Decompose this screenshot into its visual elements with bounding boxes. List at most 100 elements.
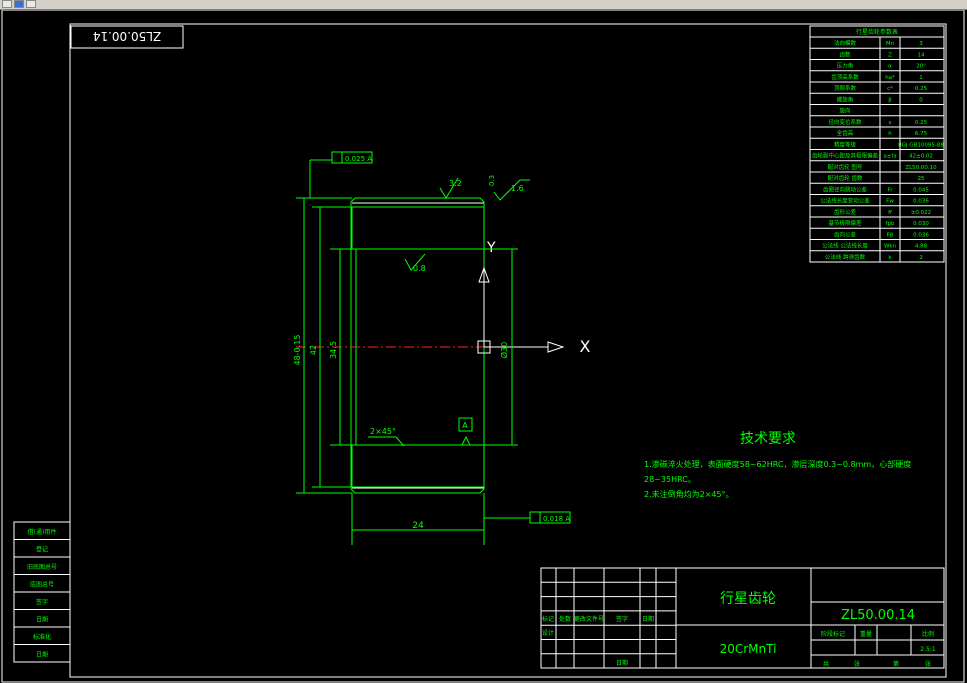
- param-name: 全齿高: [837, 129, 854, 137]
- param-value: 42±0.02: [909, 154, 933, 160]
- dim-bore: 34.5: [329, 341, 338, 359]
- roughness-flank: 0.8: [413, 264, 426, 273]
- axis-y-label: Y: [486, 240, 496, 256]
- mirrored-number-box: ZL50.00.14: [70, 25, 184, 49]
- param-symbol: c*: [887, 86, 893, 92]
- param-value: 20°: [916, 64, 926, 70]
- param-value: 0.036: [913, 232, 929, 238]
- part-section-view: X Y 48-0.15 42 34.5 Ø30 24 3.2 1.6 0.8 0…: [293, 151, 591, 545]
- param-name: 精度等级: [834, 140, 857, 148]
- param-value: 0.030: [913, 221, 929, 227]
- sheet-border: [1, 10, 965, 683]
- param-symbol: ha*: [885, 75, 895, 81]
- param-name: 公法线 跨测齿数: [825, 253, 866, 261]
- drawing-number: ZL50.00.14: [841, 608, 915, 623]
- param-name: 顶隙系数: [834, 84, 857, 92]
- roughness-right: 1.6: [511, 184, 524, 193]
- material: 20CrMnTi: [720, 642, 777, 656]
- part-name: 行星齿轮: [720, 591, 776, 607]
- roughness-top: 3.2: [449, 179, 462, 188]
- param-name: 齿顶高系数: [831, 73, 859, 81]
- param-name: 公法线 公法线长度: [822, 242, 868, 250]
- param-symbol: Fβ: [887, 232, 894, 238]
- tech-req-line3: 2.未注倒角均为2×45°。: [644, 489, 734, 499]
- chamfer-note: 2×45°: [370, 427, 396, 436]
- strip-label: 标准化: [33, 633, 51, 641]
- param-value: ±0.022: [911, 210, 931, 216]
- runout-bottom: 0.018 A: [543, 515, 570, 523]
- gear-outline: [350, 197, 485, 494]
- tech-req-line1: 1.渗碳淬火处理，表面硬度58~62HRC，渗层深度0.3~0.8mm，心部硬度: [644, 459, 911, 469]
- param-name: 螺旋角: [837, 95, 854, 103]
- strip-label: 日期: [36, 615, 48, 623]
- hatched-region-bottom: [351, 444, 485, 488]
- page-label: 第: [893, 660, 899, 668]
- param-value: 3: [919, 41, 923, 47]
- param-symbol: Fw: [886, 199, 894, 205]
- dim-length: 24: [412, 521, 424, 531]
- title-block-header: 日期: [642, 615, 654, 623]
- param-name: 齿向公差: [834, 230, 857, 238]
- param-value: 6.75: [915, 131, 928, 137]
- param-name: 基节极限偏差: [828, 219, 862, 227]
- strip-label: 日期: [36, 650, 48, 658]
- param-name: 齿圈径向跳动公差: [823, 185, 868, 193]
- scale-label: 比例: [922, 630, 934, 638]
- param-symbol: x: [888, 120, 892, 126]
- param-name: 法向模数: [834, 39, 857, 47]
- weight-label: 重量: [860, 630, 872, 638]
- sheet-label: 张: [854, 660, 860, 668]
- param-value: 0.25: [915, 86, 928, 92]
- param-symbol: Fr: [887, 187, 893, 193]
- axis-x-label: X: [580, 337, 591, 356]
- param-name: 配对齿轮 齿数: [828, 174, 863, 182]
- param-symbol: a±fa: [883, 154, 896, 160]
- toolbar-button[interactable]: [2, 0, 12, 8]
- title-block: 行星齿轮 20CrMnTi ZL50.00.14 标记 处数 更改文件号 签字 日期设计…: [540, 567, 945, 669]
- param-name: 旋向: [839, 107, 850, 115]
- title-block-header: 更改文件号: [574, 615, 604, 623]
- param-value: 14: [918, 52, 925, 58]
- drawing-canvas[interactable]: ZL50.00.14 行星齿轮参数表 法向模数 Mn 3 齿数 Z 14 压力角 α 20° 齿顶…: [0, 10, 967, 683]
- strip-label: 签字: [36, 598, 48, 606]
- param-value: 0: [919, 97, 923, 103]
- tech-req-line2: 28~35HRC。: [644, 475, 696, 484]
- param-value: 1: [919, 75, 923, 81]
- stage-label: 阶段标记: [821, 630, 845, 638]
- param-value: 25: [918, 176, 925, 182]
- title-block-header: 签字: [616, 615, 628, 623]
- toolbar-button-active[interactable]: [14, 0, 24, 8]
- param-symbol: h: [888, 131, 892, 137]
- param-symbol: Wkn: [884, 244, 897, 250]
- param-name: 齿数: [839, 50, 851, 58]
- tech-req-title: 技术要求: [740, 431, 796, 447]
- design-label: 设计: [542, 629, 554, 637]
- param-value: 0.25: [915, 120, 928, 126]
- dim-inner-dia: 42: [309, 345, 318, 355]
- strip-label: 旧底图总号: [27, 563, 57, 571]
- tech-requirements: 技术要求 1.渗碳淬火处理，表面硬度58~62HRC，渗层深度0.3~0.8mm…: [644, 431, 911, 499]
- param-symbol: fpb: [886, 221, 895, 227]
- title-block-header: 处数: [559, 615, 571, 623]
- param-symbol: Mn: [886, 41, 895, 47]
- param-value: 2: [919, 255, 923, 261]
- toolbar-button[interactable]: [26, 0, 36, 8]
- strip-label: 借(通)用件: [28, 528, 57, 536]
- param-symbol: ff: [888, 210, 892, 216]
- param-name: 齿轮副中心距及其极限偏差: [812, 152, 879, 160]
- strip-label: 登记: [36, 545, 48, 553]
- sheets-label: 共: [823, 660, 829, 668]
- strip-label: 底图总号: [30, 580, 54, 588]
- param-name: 齿形公差: [834, 208, 857, 216]
- datum-label: A: [462, 421, 468, 430]
- tol-small: 0.3: [488, 175, 496, 186]
- param-name: 径向变位系数: [828, 118, 862, 126]
- scale-value: 2.5:1: [920, 646, 936, 653]
- mirrored-drawing-number: ZL50.00.14: [93, 29, 161, 43]
- param-name: 压力角: [837, 62, 854, 70]
- hatched-region-top: [351, 206, 485, 250]
- param-name: 公法线长度变动公差: [820, 197, 870, 205]
- dim-bore-right: Ø30: [499, 342, 509, 358]
- param-value: 8GJ GB10095-88: [898, 142, 944, 148]
- param-symbol: β: [888, 97, 892, 103]
